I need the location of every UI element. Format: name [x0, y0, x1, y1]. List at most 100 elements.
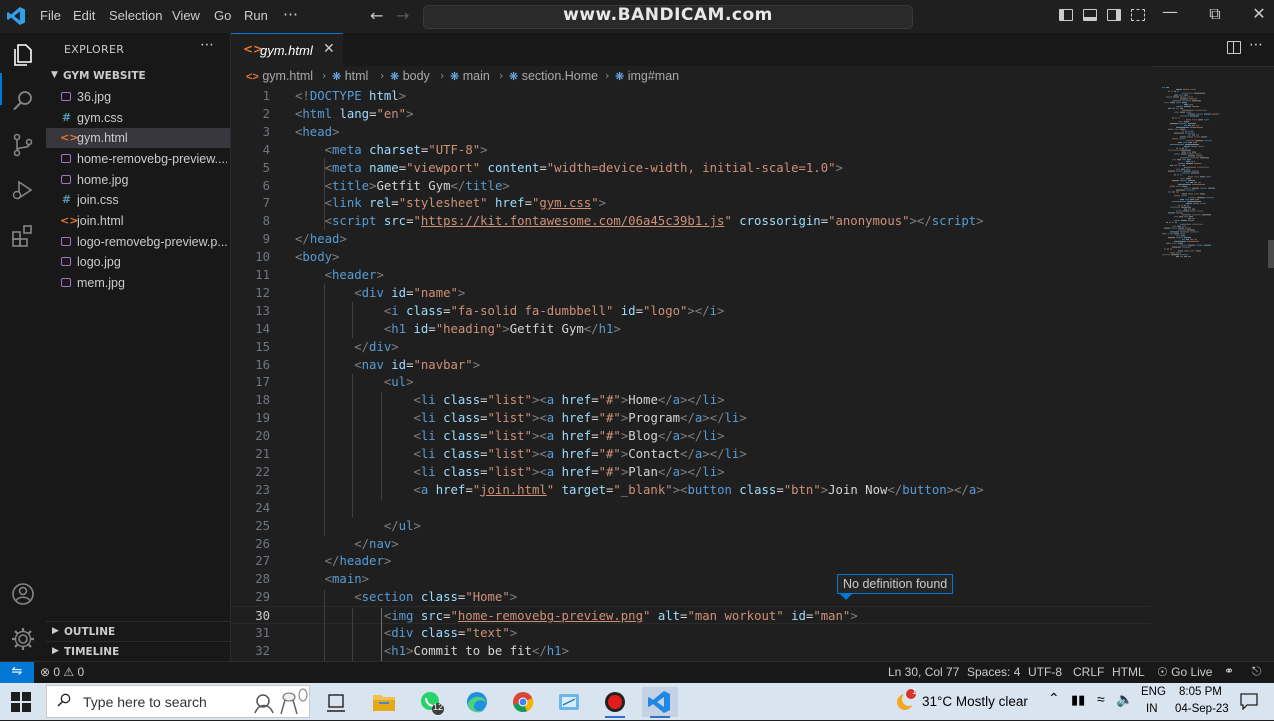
- back-arrow-icon[interactable]: ←: [370, 6, 383, 25]
- vertical-scrollbar-thumb[interactable]: [1268, 240, 1274, 268]
- menu-file[interactable]: File: [40, 8, 61, 23]
- code-editor[interactable]: 1 <!DOCTYPE html> 2 <html lang="en"> 3 <head>…: [231, 86, 1274, 661]
- code-line[interactable]: 6 <title>Getfit Gym</title>: [231, 177, 1151, 195]
- code-line[interactable]: 13 <i class="fa-solid fa-dumbbell" id="l…: [231, 302, 1151, 320]
- code-line[interactable]: 29 <section class="Home">: [231, 588, 1151, 606]
- restore-icon[interactable]: ⧉: [1200, 4, 1230, 24]
- code-line[interactable]: 32 <h1>Commit to be fit</h1>: [231, 642, 1151, 660]
- code-line[interactable]: 10 <body>: [231, 248, 1151, 266]
- minimap[interactable]: [1160, 86, 1266, 266]
- code-line[interactable]: 1 <!DOCTYPE html>: [231, 87, 1151, 105]
- command-center[interactable]: www.BANDICAM.com: [423, 5, 913, 29]
- folder-header[interactable]: ▼ GYM WEBSITE: [46, 67, 230, 87]
- code-line[interactable]: 28 <main>: [231, 570, 1151, 588]
- explorer-icon[interactable]: [10, 42, 36, 68]
- remote-indicator-icon[interactable]: ⇋: [0, 662, 34, 684]
- eol-status[interactable]: CRLF: [1073, 665, 1104, 679]
- customize-layout-icon[interactable]: [1131, 9, 1145, 21]
- breadcrumb-main[interactable]: ❋ main: [450, 69, 490, 83]
- whatsapp-icon[interactable]: 12: [413, 687, 449, 717]
- task-view-icon[interactable]: [318, 687, 354, 717]
- chrome-browser-icon[interactable]: [505, 687, 541, 717]
- menu-go[interactable]: Go: [214, 8, 231, 23]
- menu-selection[interactable]: Selection: [109, 8, 162, 23]
- code-line[interactable]: 11 <header>: [231, 266, 1151, 284]
- timeline-section[interactable]: ▶ TIMELINE: [46, 641, 230, 662]
- minimize-icon[interactable]: —: [1155, 2, 1185, 21]
- chevron-up-icon[interactable]: ⌃: [1048, 690, 1060, 707]
- breadcrumb-img[interactable]: ❋ img#man: [615, 69, 679, 83]
- forward-arrow-icon[interactable]: →: [396, 6, 409, 25]
- breadcrumb-section[interactable]: ❋ section.Home: [509, 69, 598, 83]
- code-line[interactable]: 14 <h1 id="heading">Getfit Gym</h1>: [231, 320, 1151, 338]
- toggle-secondary-sidebar-icon[interactable]: [1107, 9, 1121, 21]
- file-item-gym-css[interactable]: # gym.css: [46, 108, 230, 128]
- outline-section[interactable]: ▶ OUTLINE: [46, 621, 230, 642]
- tab-gym-html[interactable]: <> gym.html ✕: [231, 33, 343, 66]
- file-item-home-jpg[interactable]: home.jpg: [46, 170, 230, 190]
- breadcrumb-body[interactable]: ❋ body: [390, 69, 430, 83]
- windows-start-icon[interactable]: [10, 691, 32, 713]
- wifi-icon[interactable]: ≈: [1097, 691, 1105, 707]
- file-item-gym-html[interactable]: <> gym.html: [46, 128, 230, 148]
- toggle-sidebar-icon[interactable]: [1059, 9, 1073, 21]
- toggle-panel-icon[interactable]: [1083, 9, 1097, 21]
- cursor-position[interactable]: Ln 30, Col 77: [888, 665, 959, 679]
- explorer-more-icon[interactable]: ⋯: [200, 37, 214, 53]
- bandicam-record-icon[interactable]: [597, 687, 633, 718]
- code-line[interactable]: 2 <html lang="en">: [231, 105, 1151, 123]
- accounts-status-icon[interactable]: ⚭: [1224, 664, 1234, 678]
- code-line[interactable]: 5 <meta name="viewport" content="width=d…: [231, 159, 1151, 177]
- code-line[interactable]: 30 <img src="home-removebg-preview.png" …: [231, 606, 1151, 625]
- file-explorer-icon[interactable]: [366, 687, 402, 717]
- breadcrumb-file[interactable]: <> gym.html: [246, 69, 313, 83]
- problems-status[interactable]: ⊗ 0 ⚠ 0: [40, 665, 84, 679]
- code-line[interactable]: 22 <li class="list"><a href="#">Plan</a>…: [231, 463, 1151, 481]
- run-debug-icon[interactable]: [10, 177, 36, 203]
- code-line[interactable]: 27 </header>: [231, 552, 1151, 570]
- file-item-join-html[interactable]: <> join.html: [46, 211, 230, 231]
- code-line[interactable]: 3 <head>: [231, 123, 1151, 141]
- code-line[interactable]: 21 <li class="list"><a href="#">Contact<…: [231, 445, 1151, 463]
- search-icon[interactable]: [10, 88, 36, 114]
- edge-browser-icon[interactable]: [459, 687, 495, 717]
- code-line[interactable]: 9 </head>: [231, 230, 1151, 248]
- file-item-join-css[interactable]: # join.css: [46, 190, 230, 210]
- code-line[interactable]: 16 <nav id="navbar">: [231, 356, 1151, 374]
- speaker-icon[interactable]: 🔈: [1116, 691, 1133, 708]
- code-line[interactable]: 12 <div id="name">: [231, 284, 1151, 302]
- menu-view[interactable]: View: [172, 8, 200, 23]
- menu-run[interactable]: Run: [244, 8, 268, 23]
- breadcrumb-html[interactable]: ❋ html: [332, 69, 368, 83]
- source-control-icon[interactable]: [10, 132, 36, 158]
- code-line[interactable]: 8 <script src="https://kit.fontawesome.c…: [231, 212, 1151, 230]
- file-item-36-jpg[interactable]: 36.jpg: [46, 87, 230, 107]
- code-line[interactable]: 15 </div>: [231, 338, 1151, 356]
- code-line[interactable]: 23 <a href="join.html" target="_blank"><…: [231, 481, 1151, 499]
- accounts-icon[interactable]: [10, 581, 36, 607]
- code-line[interactable]: 19 <li class="list"><a href="#">Program<…: [231, 409, 1151, 427]
- taskbar-search-box[interactable]: Type here to search: [46, 685, 310, 718]
- language-top[interactable]: ENG: [1141, 686, 1166, 698]
- vscode-taskbar-icon[interactable]: [642, 687, 678, 718]
- code-line[interactable]: 24: [231, 499, 1151, 517]
- code-line[interactable]: 17 <ul>: [231, 373, 1151, 391]
- notification-center-icon[interactable]: [1239, 692, 1259, 710]
- pinned-app-icon[interactable]: [551, 687, 587, 717]
- clock-time[interactable]: 8:05 PM: [1179, 686, 1222, 698]
- code-line[interactable]: 4 <meta charset="UTF-8">: [231, 141, 1151, 159]
- close-window-icon[interactable]: ✕: [1244, 4, 1274, 23]
- settings-gear-icon[interactable]: [10, 626, 36, 652]
- indentation-status[interactable]: Spaces: 4: [967, 665, 1020, 679]
- tab-close-icon[interactable]: ✕: [323, 41, 335, 57]
- extensions-icon[interactable]: [10, 223, 36, 249]
- code-line[interactable]: 18 <li class="list"><a href="#">Home</a>…: [231, 391, 1151, 409]
- notifications-bell-icon[interactable]: ⎋: [1252, 664, 1262, 679]
- code-line[interactable]: 26 </nav>: [231, 535, 1151, 553]
- code-line[interactable]: 25 </ul>: [231, 517, 1151, 535]
- encoding-status[interactable]: UTF-8: [1028, 665, 1062, 679]
- code-line[interactable]: 31 <div class="text">: [231, 624, 1151, 642]
- file-item-home-removebg[interactable]: home-removebg-preview....: [46, 149, 230, 169]
- code-line[interactable]: 7 <link rel="stylesheet" href="gym.css">: [231, 194, 1151, 212]
- menu-more[interactable]: ⋯: [283, 5, 298, 23]
